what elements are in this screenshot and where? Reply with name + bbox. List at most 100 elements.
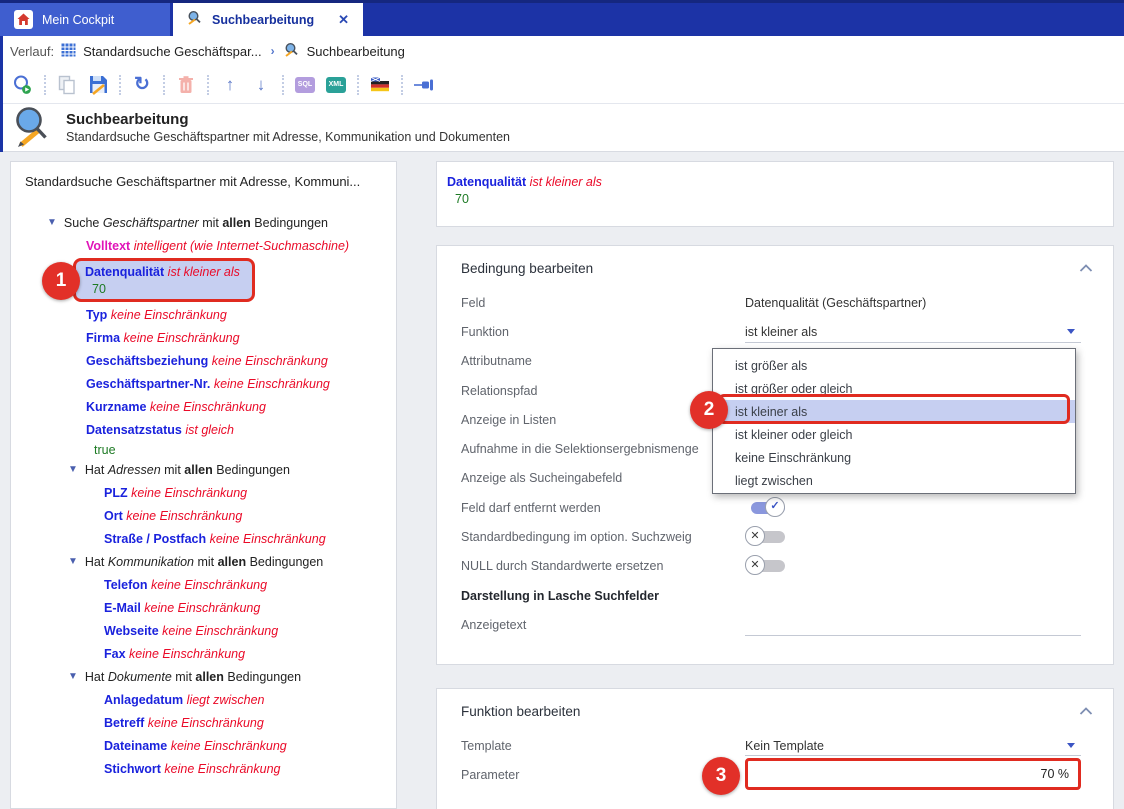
dropdown-option[interactable]: keine Einschränkung	[713, 446, 1075, 469]
condition-summary-value: 70	[447, 189, 1103, 206]
pin-icon[interactable]	[411, 72, 437, 98]
tree-item[interactable]: Typ keine Einschränkung	[11, 303, 396, 326]
collapse-section-icon[interactable]	[1079, 705, 1093, 719]
tree-item[interactable]: Ort keine Einschränkung	[11, 504, 396, 527]
field-label: Attributname	[461, 354, 745, 368]
tree-item[interactable]: Anlagedatum liegt zwischen	[11, 688, 396, 711]
form-row: Darstellung in Lasche Suchfelder	[437, 581, 1113, 610]
form-row: NULL durch Standardwerte ersetzen✕	[437, 552, 1113, 581]
form-row: FeldDatenqualität (Geschäftspartner)	[437, 288, 1113, 317]
form-row: Standardbedingung im option. Suchzweig✕	[437, 522, 1113, 551]
field-label: Aufnahme in die Selektionsergebnismenge	[461, 442, 745, 456]
function-dropdown: ist größer alsist größer oder gleichist …	[712, 348, 1076, 494]
tree-item[interactable]: Telefon keine Einschränkung	[11, 573, 396, 596]
function-form: TemplateKein Template Parameter70 %	[437, 731, 1113, 790]
card-title: Bedingung bearbeiten	[461, 261, 593, 276]
tree-expander-icon[interactable]: ▼	[68, 556, 78, 567]
toolbar-separator	[207, 75, 209, 95]
tree-item[interactable]: Geschäftsbeziehung keine Einschränkung	[11, 349, 396, 372]
language-german-icon[interactable]	[367, 72, 393, 98]
toolbar-separator	[401, 75, 403, 95]
tree-item[interactable]: Kurzname keine Einschränkung	[11, 395, 396, 418]
tree-item[interactable]: Firma keine Einschränkung	[11, 326, 396, 349]
field-label: Anzeige als Sucheingabefeld	[461, 471, 745, 485]
dropdown-option[interactable]: liegt zwischen	[713, 469, 1075, 492]
field-label: Template	[461, 739, 745, 753]
tree-item[interactable]: Webseite keine Einschränkung	[11, 619, 396, 642]
dropdown-option[interactable]: ist größer oder gleich	[713, 377, 1075, 400]
chevron-down-icon[interactable]	[1067, 743, 1075, 748]
breadcrumb-item[interactable]: Standardsuche Geschäftspar...	[83, 44, 262, 59]
breadcrumb-separator-icon: ›	[271, 44, 275, 58]
form-row: Feld darf entfernt werden ✓	[437, 493, 1113, 522]
condition-summary: Datenqualität ist kleiner als	[447, 175, 1103, 189]
dropdown-option[interactable]: ist größer als	[713, 354, 1075, 377]
tree-item[interactable]: PLZ keine Einschränkung	[11, 481, 396, 504]
chevron-down-icon[interactable]	[1067, 329, 1075, 334]
tree-item[interactable]: E-Mail keine Einschränkung	[11, 596, 396, 619]
tree-item[interactable]: Stichwort keine Einschränkung	[11, 757, 396, 780]
move-up-icon[interactable]: ↑	[217, 72, 243, 98]
tree-item-selected[interactable]: Datenqualität ist kleiner als70	[73, 258, 255, 302]
tree-item[interactable]: Fax keine Einschränkung	[11, 642, 396, 665]
toggle-off[interactable]: ✕	[745, 527, 791, 547]
search-edit-large-icon	[12, 105, 54, 150]
parameter-input[interactable]: 70 %	[745, 758, 1081, 790]
field-label: Feld	[461, 296, 745, 310]
annotation-badge-2: 2	[690, 391, 728, 429]
run-search-icon[interactable]	[10, 72, 36, 98]
cross-icon: ✕	[745, 555, 765, 575]
breadcrumb-item[interactable]: Suchbearbeitung	[307, 44, 405, 59]
tab-label: Suchbearbeitung	[212, 13, 314, 27]
sql-icon[interactable]: SQL	[292, 72, 318, 98]
page-title: Suchbearbeitung	[66, 110, 510, 129]
page-header: Suchbearbeitung Standardsuche Geschäftsp…	[0, 104, 1124, 152]
tab-suchbearbeitung[interactable]: Suchbearbeitung ✕	[173, 3, 363, 36]
check-icon: ✓	[765, 497, 785, 517]
annotation-badge-1: 1	[42, 262, 80, 300]
field-label: Funktion	[461, 325, 745, 339]
dropdown-option[interactable]: ist kleiner oder gleich	[713, 423, 1075, 446]
tree-item[interactable]: Datensatzstatus ist gleich	[11, 418, 396, 441]
xml-icon[interactable]: XML	[323, 72, 349, 98]
home-icon	[14, 10, 33, 29]
toggle-off[interactable]: ✕	[745, 556, 791, 576]
copy-icon[interactable]	[54, 72, 80, 98]
text-input[interactable]	[745, 635, 1081, 636]
toggle-on[interactable]: ✓	[745, 498, 791, 518]
delete-icon[interactable]	[173, 72, 199, 98]
form-row: Parameter70 %	[437, 760, 1113, 789]
annotation-badge-3: 3	[702, 757, 740, 795]
tree-item[interactable]: ▼Hat Kommunikation mit allen Bedingungen	[11, 550, 396, 573]
close-tab-icon[interactable]: ✕	[338, 12, 349, 28]
tab-mein-cockpit[interactable]: Mein Cockpit	[0, 3, 170, 36]
move-down-icon[interactable]: ↓	[248, 72, 274, 98]
tree-item[interactable]: Geschäftspartner-Nr. keine Einschränkung	[11, 372, 396, 395]
refresh-icon[interactable]: ↻	[129, 72, 155, 98]
form-row: Funktionist kleiner als	[437, 317, 1113, 346]
tree-item[interactable]: Straße / Postfach keine Einschränkung	[11, 527, 396, 550]
tree-item[interactable]: Dateiname keine Einschränkung	[11, 734, 396, 757]
collapse-section-icon[interactable]	[1079, 262, 1093, 276]
field-label: Anzeigetext	[461, 618, 745, 632]
tree-expander-icon[interactable]: ▼	[47, 217, 57, 228]
tree-expander-icon[interactable]: ▼	[68, 671, 78, 682]
tree-item[interactable]: ▼Hat Dokumente mit allen Bedingungen	[11, 665, 396, 688]
dropdown-option[interactable]: ist kleiner als	[713, 400, 1075, 423]
page-subtitle: Standardsuche Geschäftspartner mit Adres…	[66, 129, 510, 146]
tree-item[interactable]: Volltext intelligent (wie Internet-Suchm…	[11, 234, 396, 257]
condition-summary-card: Datenqualität ist kleiner als 70	[436, 161, 1114, 227]
select-value[interactable]: ist kleiner als	[745, 325, 817, 339]
tree-item[interactable]: ▼Suche Geschäftspartner mit allen Beding…	[11, 211, 396, 234]
card-title: Funktion bearbeiten	[461, 704, 580, 719]
cross-icon: ✕	[745, 526, 765, 546]
window-left-edge	[0, 36, 3, 152]
field-label: Feld darf entfernt werden	[461, 501, 745, 515]
save-icon[interactable]	[85, 72, 111, 98]
tree-item[interactable]: ▼Hat Adressen mit allen Bedingungen	[11, 458, 396, 481]
tree-expander-icon[interactable]: ▼	[68, 464, 78, 475]
select-value[interactable]: Kein Template	[745, 739, 824, 753]
field-label: Darstellung in Lasche Suchfelder	[461, 589, 745, 603]
tree-item[interactable]: Betreff keine Einschränkung	[11, 711, 396, 734]
field-label: Standardbedingung im option. Suchzweig	[461, 530, 745, 544]
